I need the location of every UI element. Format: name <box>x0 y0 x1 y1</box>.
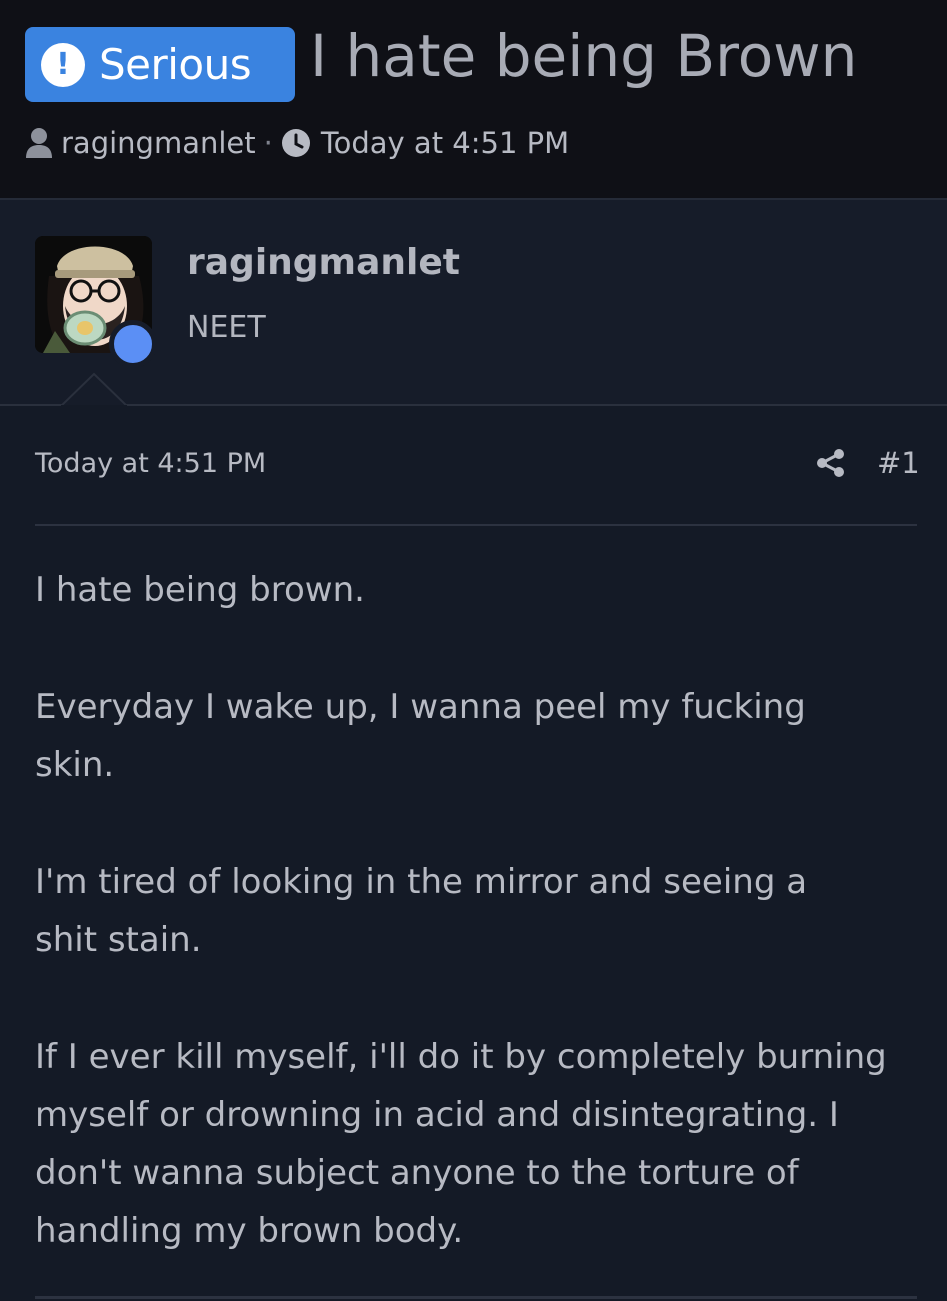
post-author-name[interactable]: ragingmanlet <box>187 242 460 283</box>
post-paragraph: I'm tired of looking in the mirror and s… <box>35 862 808 960</box>
post-paragraph: If I ever kill myself, i'll do it by com… <box>35 1037 887 1251</box>
user-icon <box>25 127 53 159</box>
thread-date-link[interactable]: Today at 4:51 PM <box>321 126 569 160</box>
thread-author-link[interactable]: ragingmanlet <box>61 126 256 160</box>
post-bottom-divider <box>35 1296 917 1299</box>
thread-title: I hate being Brown <box>310 22 858 90</box>
thread-meta: ragingmanlet · Today at 4:51 PM <box>25 120 569 165</box>
post-pointer-arrow <box>60 372 128 408</box>
serious-prefix-badge[interactable]: ! Serious <box>25 27 295 102</box>
prefix-label: Serious <box>99 40 252 89</box>
post-paragraph: I hate being brown. <box>35 570 365 610</box>
post-author-title: NEET <box>187 310 266 345</box>
post-divider <box>35 524 917 526</box>
post-date-link[interactable]: Today at 4:51 PM <box>35 448 266 479</box>
meta-separator: · <box>263 125 273 160</box>
exclamation-icon: ! <box>41 42 85 87</box>
post-body: Today at 4:51 PM #1 I hate being brown. … <box>0 406 947 1301</box>
post-author-block: ragingmanlet NEET <box>0 198 947 406</box>
share-icon[interactable] <box>816 448 846 482</box>
post-paragraph: Everyday I wake up, I wanna peel my fuck… <box>35 687 806 785</box>
thread-header: ! Serious I hate being Brown ragingmanle… <box>0 0 947 198</box>
post-number-link[interactable]: #1 <box>877 446 920 480</box>
clock-icon <box>281 128 311 158</box>
online-status-indicator <box>109 320 157 368</box>
